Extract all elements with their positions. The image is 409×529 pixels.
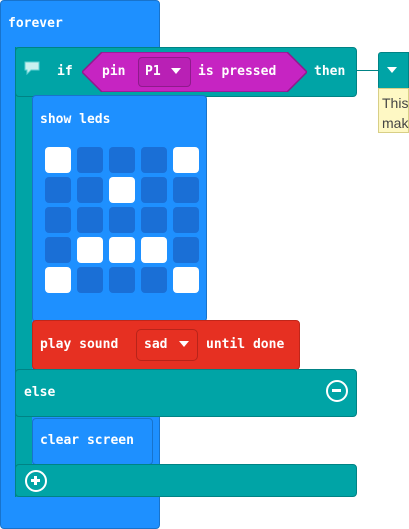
led-cell[interactable]	[109, 267, 135, 293]
led-cell[interactable]	[45, 177, 71, 203]
comment-connector	[357, 70, 379, 71]
led-cell[interactable]	[109, 207, 135, 233]
led-cell[interactable]	[77, 147, 103, 173]
plus-circle-icon[interactable]	[25, 470, 47, 492]
caret-down-icon	[179, 341, 189, 347]
comment-text-line2: mak	[382, 115, 409, 131]
else-label: else	[24, 385, 56, 400]
until-done-label: until done	[206, 337, 285, 352]
if-block-footer	[15, 464, 357, 497]
sound-value: sad	[144, 337, 168, 352]
led-cell[interactable]	[141, 237, 167, 263]
led-cell[interactable]	[45, 147, 71, 173]
then-label: then	[314, 64, 346, 79]
comment-bubble[interactable]: This mak	[378, 88, 409, 133]
comment-text-line1: This	[382, 95, 409, 111]
led-cell[interactable]	[109, 237, 135, 263]
if-label: if	[57, 64, 73, 79]
led-cell[interactable]	[173, 177, 199, 203]
forever-label: forever	[8, 16, 63, 31]
led-grid	[45, 147, 203, 297]
led-cell[interactable]	[109, 177, 135, 203]
comment-icon[interactable]	[24, 61, 40, 75]
clear-screen-label: clear screen	[40, 433, 134, 448]
caret-down-icon	[171, 68, 181, 74]
led-cell[interactable]	[77, 207, 103, 233]
led-cell[interactable]	[173, 267, 199, 293]
led-cell[interactable]	[45, 237, 71, 263]
else-block[interactable]	[15, 369, 357, 417]
led-cell[interactable]	[173, 147, 199, 173]
play-sound-label: play sound	[40, 337, 119, 352]
pin-value: P1	[145, 64, 161, 79]
led-cell[interactable]	[173, 237, 199, 263]
led-cell[interactable]	[109, 147, 135, 173]
pin-label: pin	[102, 64, 126, 79]
led-cell[interactable]	[141, 267, 167, 293]
comment-header[interactable]	[378, 52, 409, 90]
led-cell[interactable]	[173, 207, 199, 233]
led-cell[interactable]	[141, 207, 167, 233]
led-cell[interactable]	[77, 177, 103, 203]
led-cell[interactable]	[141, 177, 167, 203]
minus-circle-icon[interactable]	[326, 380, 348, 402]
caret-down-icon	[387, 67, 397, 73]
led-cell[interactable]	[77, 237, 103, 263]
led-cell[interactable]	[45, 207, 71, 233]
is-pressed-label: is pressed	[198, 64, 277, 79]
show-leds-label: show leds	[40, 112, 111, 127]
led-cell[interactable]	[77, 267, 103, 293]
led-cell[interactable]	[141, 147, 167, 173]
if-block-side	[15, 47, 32, 497]
led-cell[interactable]	[45, 267, 71, 293]
